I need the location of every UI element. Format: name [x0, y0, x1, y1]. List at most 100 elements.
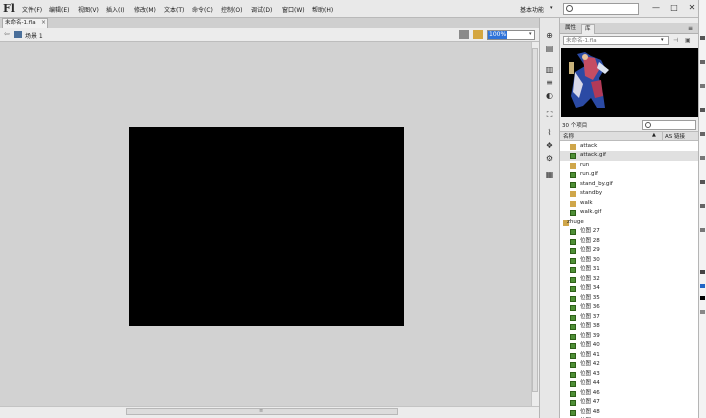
library-bitmap-row[interactable]: 位图 35	[560, 294, 698, 304]
library-bitmap-row[interactable]: 位图 48	[560, 408, 698, 418]
subselection-tool-icon[interactable]	[700, 60, 705, 64]
movie-explorer-icon[interactable]: ▦	[544, 170, 555, 180]
library-icon[interactable]: ▤	[544, 44, 555, 54]
library-bitmap-row[interactable]: 位图 43	[560, 370, 698, 380]
chevron-down-icon[interactable]: ▾	[529, 31, 532, 37]
library-bitmap-row[interactable]: 位图 28	[560, 237, 698, 247]
menu-modify[interactable]: 修改(M)	[134, 5, 156, 14]
color-icon[interactable]: ≡	[544, 78, 555, 88]
fill-color-icon[interactable]	[700, 284, 705, 288]
library-folder-row[interactable]: zhuge	[560, 218, 698, 228]
tab-library[interactable]: 库	[581, 24, 595, 34]
library-bitmap-row[interactable]: 位图 30	[560, 256, 698, 266]
library-bitmap-row[interactable]: walk.gif	[560, 208, 698, 218]
eraser-tool-icon[interactable]	[700, 204, 705, 208]
library-bitmap-row[interactable]: 位图 47	[560, 398, 698, 408]
pencil-tool-icon[interactable]	[700, 156, 705, 160]
library-bitmap-row[interactable]: stand_by.gif	[560, 180, 698, 190]
library-item-label: walk	[580, 199, 593, 206]
black-white-icon[interactable]	[700, 296, 705, 300]
column-name-header[interactable]: 名称	[563, 132, 574, 140]
settings-icon[interactable]: ⚙	[544, 154, 555, 164]
help-search-input[interactable]	[563, 3, 639, 15]
library-item-label: 位图 38	[580, 323, 600, 329]
library-folder-row[interactable]: run	[560, 161, 698, 171]
vertical-scroll-thumb[interactable]	[532, 48, 538, 392]
library-bitmap-row[interactable]: 位图 32	[560, 275, 698, 285]
swap-colors-icon[interactable]	[700, 310, 705, 314]
menu-help[interactable]: 帮助(H)	[312, 5, 333, 14]
close-tab-icon[interactable]: ×	[41, 19, 46, 26]
lasso-tool-icon[interactable]	[700, 84, 705, 88]
library-bitmap-row[interactable]: 位图 29	[560, 246, 698, 256]
tab-properties[interactable]: 属性	[562, 24, 579, 34]
library-bitmap-row[interactable]: 位图 34	[560, 284, 698, 294]
hand-tool-icon[interactable]	[700, 228, 705, 232]
library-bitmap-row[interactable]: 位图 38	[560, 322, 698, 332]
new-library-panel-icon[interactable]: ▣	[685, 37, 691, 44]
bitmap-icon	[570, 390, 576, 397]
stage[interactable]	[129, 127, 404, 326]
library-bitmap-row[interactable]: 位图 46	[560, 389, 698, 399]
line-tool-icon[interactable]	[700, 132, 705, 136]
library-folder-row[interactable]: standby	[560, 189, 698, 199]
library-bitmap-row[interactable]: 位图 39	[560, 332, 698, 342]
library-bitmap-row[interactable]: 位图 41	[560, 351, 698, 361]
zoom-value[interactable]: 100%	[488, 31, 508, 39]
bone-tool-icon[interactable]	[700, 180, 705, 184]
menu-text[interactable]: 文本(T)	[164, 5, 184, 14]
library-document-select[interactable]: 未命名-1.fla	[563, 36, 669, 45]
minimize-button[interactable]: —	[648, 1, 664, 14]
bitmap-icon	[570, 181, 576, 188]
code-snippets-icon[interactable]: ⌇	[544, 128, 555, 138]
edit-symbols-icon[interactable]	[473, 30, 483, 39]
info-icon[interactable]: ◐	[544, 91, 555, 101]
library-bitmap-row[interactable]: 位图 40	[560, 341, 698, 351]
transform-icon[interactable]: ⛶	[544, 110, 555, 120]
bitmap-icon	[570, 153, 576, 159]
menu-edit[interactable]: 编辑(E)	[49, 5, 69, 14]
library-item-label: 位图 29	[580, 247, 600, 253]
library-bitmap-row[interactable]: run.gif	[560, 170, 698, 180]
maximize-button[interactable]: □	[666, 1, 682, 14]
chevron-down-icon[interactable]: ▾	[661, 37, 664, 43]
pin-library-icon[interactable]: ⊣	[673, 37, 678, 44]
chevron-down-icon[interactable]: ▾	[550, 5, 553, 11]
bitmap-icon	[570, 371, 576, 378]
bitmap-icon	[570, 238, 576, 245]
components-icon[interactable]: ❖	[544, 141, 555, 151]
menu-debug[interactable]: 调试(D)	[251, 5, 272, 14]
menu-commands[interactable]: 命令(C)	[192, 5, 213, 14]
library-folder-row[interactable]: walk	[560, 199, 698, 209]
menu-control[interactable]: 控制(O)	[221, 5, 242, 14]
menu-view[interactable]: 视图(V)	[78, 5, 99, 14]
panel-menu-icon[interactable]: ≡	[688, 25, 693, 32]
library-bitmap-row[interactable]: 位图 37	[560, 313, 698, 323]
folder-icon	[570, 191, 576, 197]
library-bitmap-row[interactable]: attack.gif	[560, 151, 698, 161]
library-bitmap-row[interactable]: 位图 31	[560, 265, 698, 275]
edit-scene-icon[interactable]	[459, 30, 469, 39]
bitmap-icon	[570, 409, 576, 416]
align-icon[interactable]: ▥	[544, 65, 555, 75]
stroke-color-icon[interactable]	[700, 270, 705, 274]
library-bitmap-row[interactable]: 位图 36	[560, 303, 698, 313]
library-bitmap-row[interactable]: 位图 44	[560, 379, 698, 389]
library-bitmap-row[interactable]: 位图 42	[560, 360, 698, 370]
selection-tool-icon[interactable]	[700, 36, 705, 40]
library-item-label: 位图 46	[580, 389, 600, 396]
text-tool-icon[interactable]	[700, 108, 705, 112]
back-arrow-icon[interactable]: ⇦	[4, 30, 10, 38]
menu-window[interactable]: 窗口(W)	[282, 5, 305, 14]
motion-editor-icon[interactable]: ⊕	[544, 31, 555, 41]
library-item-label: attack.gif	[580, 152, 606, 158]
library-item-label: 位图 32	[580, 275, 600, 282]
search-icon	[566, 5, 573, 12]
menu-insert[interactable]: 插入(I)	[106, 5, 124, 14]
column-linkage-header[interactable]: AS 链接	[662, 132, 685, 140]
sort-arrow-icon[interactable]: ▲	[652, 132, 656, 138]
library-bitmap-row[interactable]: 位图 27	[560, 227, 698, 237]
workspace-switcher[interactable]: 基本功能	[520, 5, 544, 14]
menu-file[interactable]: 文件(F)	[22, 5, 42, 14]
library-folder-row[interactable]: attack	[560, 142, 698, 152]
